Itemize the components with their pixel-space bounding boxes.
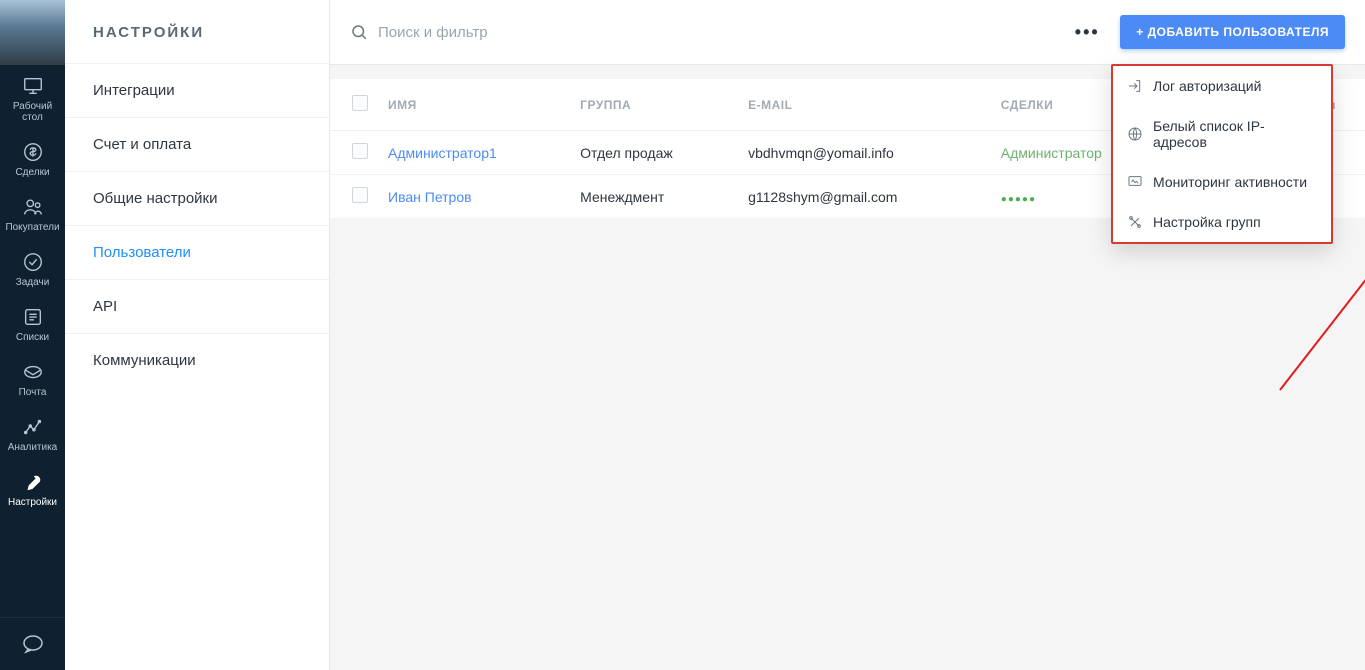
- globe-icon: [1127, 126, 1143, 142]
- cell-deals: ●●●●●: [1001, 194, 1036, 205]
- user-name-link[interactable]: Администратор1: [388, 145, 497, 161]
- nav-chat[interactable]: [0, 617, 65, 670]
- nav-tasks[interactable]: Задачи: [0, 241, 65, 296]
- sidebar-title: Настройки: [65, 0, 329, 63]
- wrench-icon: [22, 471, 44, 493]
- more-menu-button[interactable]: •••: [1072, 17, 1102, 47]
- nav-label: Задачи: [16, 277, 50, 288]
- desktop-icon: [22, 75, 44, 97]
- nav-mail[interactable]: Почта: [0, 351, 65, 406]
- nav-label: Настройки: [8, 497, 57, 508]
- settings-sidebar: Настройки Интеграции Счет и оплата Общие…: [65, 0, 330, 670]
- select-all-checkbox[interactable]: [352, 95, 368, 111]
- dropdown-label: Белый список IP-адресов: [1153, 118, 1317, 150]
- mail-icon: [22, 361, 44, 383]
- sidebar-item-integrations[interactable]: Интеграции: [65, 63, 329, 117]
- main-area: ••• + ДОБАВИТЬ ПОЛЬЗОВАТЕЛЯ Имя Группа E…: [330, 0, 1365, 670]
- chat-icon: [21, 632, 45, 656]
- sidebar-item-api[interactable]: API: [65, 279, 329, 333]
- avatar[interactable]: [0, 0, 65, 65]
- nav-label: Рабочийстол: [13, 101, 52, 123]
- cell-email: g1128shym@gmail.com: [738, 175, 991, 219]
- dropdown-label: Мониторинг активности: [1153, 174, 1307, 190]
- col-email[interactable]: E-mail: [738, 79, 991, 131]
- dropdown-item-auth-log[interactable]: Лог авторизаций: [1113, 66, 1331, 106]
- more-dropdown: Лог авторизаций Белый список IP-адресов …: [1111, 64, 1333, 244]
- nav-analytics[interactable]: Аналитика: [0, 406, 65, 461]
- cell-group: Отдел продаж: [570, 131, 738, 175]
- nav-buyers[interactable]: Покупатели: [0, 186, 65, 241]
- nav-dashboard[interactable]: Рабочийстол: [0, 65, 65, 131]
- dropdown-label: Лог авторизаций: [1153, 78, 1261, 94]
- nav-label: Аналитика: [8, 442, 58, 453]
- cell-group: Менеждмент: [570, 175, 738, 219]
- sidebar-item-general[interactable]: Общие настройки: [65, 171, 329, 225]
- col-group[interactable]: Группа: [570, 79, 738, 131]
- users-icon: [22, 196, 44, 218]
- dropdown-item-group-settings[interactable]: Настройка групп: [1113, 202, 1331, 242]
- vertical-nav: Рабочийстол Сделки Покупатели Задачи Спи…: [0, 0, 65, 670]
- dollar-icon: [22, 141, 44, 163]
- nav-deals[interactable]: Сделки: [0, 131, 65, 186]
- user-name-link[interactable]: Иван Петров: [388, 189, 472, 205]
- row-checkbox[interactable]: [352, 143, 368, 159]
- dropdown-item-activity-monitor[interactable]: Мониторинг активности: [1113, 162, 1331, 202]
- search-input[interactable]: [378, 24, 1072, 41]
- sidebar-item-billing[interactable]: Счет и оплата: [65, 117, 329, 171]
- nav-label: Списки: [16, 332, 49, 343]
- nav-settings[interactable]: Настройки: [0, 461, 65, 516]
- list-icon: [22, 306, 44, 328]
- col-name[interactable]: Имя: [378, 79, 570, 131]
- check-icon: [22, 251, 44, 273]
- tools-icon: [1127, 214, 1143, 230]
- monitor-icon: [1127, 174, 1143, 190]
- sidebar-item-communications[interactable]: Коммуникации: [65, 333, 329, 387]
- search-icon: [350, 23, 368, 41]
- search-wrap: [350, 23, 1072, 41]
- nav-label: Почта: [19, 387, 47, 398]
- login-icon: [1127, 78, 1143, 94]
- dropdown-label: Настройка групп: [1153, 214, 1261, 230]
- add-user-button[interactable]: + ДОБАВИТЬ ПОЛЬЗОВАТЕЛЯ: [1120, 15, 1345, 49]
- nav-lists[interactable]: Списки: [0, 296, 65, 351]
- nav-label: Сделки: [15, 167, 49, 178]
- dropdown-item-ip-whitelist[interactable]: Белый список IP-адресов: [1113, 106, 1331, 162]
- cell-deals: Администратор: [1001, 145, 1102, 161]
- cell-email: vbdhvmqn@yomail.info: [738, 131, 991, 175]
- nav-label: Покупатели: [5, 222, 59, 233]
- row-checkbox[interactable]: [352, 187, 368, 203]
- sidebar-item-users[interactable]: Пользователи: [65, 225, 329, 279]
- analytics-icon: [22, 416, 44, 438]
- topbar: ••• + ДОБАВИТЬ ПОЛЬЗОВАТЕЛЯ: [330, 0, 1365, 65]
